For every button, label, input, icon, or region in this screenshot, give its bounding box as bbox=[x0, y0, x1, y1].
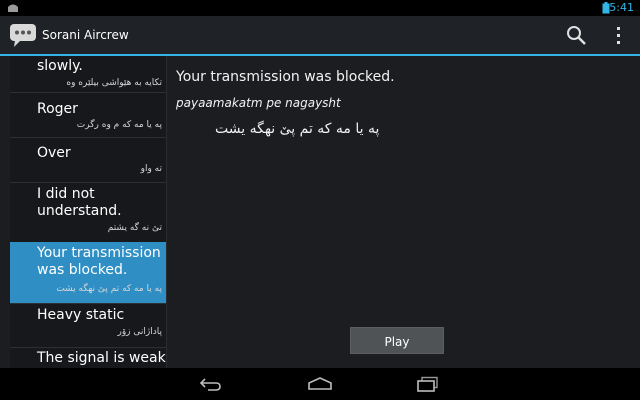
status-time: 5:41 bbox=[609, 1, 634, 14]
list-item[interactable]: slowly. تکایه به هێواشی بیلێره وه bbox=[10, 56, 166, 93]
detail-transliteration: payaamakatm pe nagaysht bbox=[176, 96, 341, 110]
phrase-english: Heavy static bbox=[37, 307, 125, 323]
app-speech-bubble-icon bbox=[10, 24, 36, 47]
phrase-english: I did not understand. bbox=[37, 186, 122, 219]
play-button[interactable]: Play bbox=[350, 327, 444, 354]
search-icon[interactable] bbox=[565, 24, 587, 46]
detail-kurdish: په یا مه که تم پێ نهگه یشت bbox=[215, 121, 380, 137]
phrase-kurdish: تکایه به هێواشی بیلێره وه bbox=[66, 78, 162, 88]
home-icon[interactable] bbox=[306, 376, 334, 392]
navigation-bar bbox=[0, 368, 640, 400]
phrase-english: Roger bbox=[37, 101, 78, 117]
action-bar: Sorani Aircrew bbox=[0, 16, 640, 56]
list-item[interactable]: Over ته واو bbox=[10, 138, 166, 183]
list-item[interactable]: The signal is weak. bbox=[10, 347, 166, 368]
phrase-kurdish: پاداژانی زۆر bbox=[117, 327, 162, 337]
recent-apps-icon[interactable] bbox=[416, 376, 440, 392]
android-notification-icon bbox=[8, 4, 18, 12]
app-title: Sorani Aircrew bbox=[42, 28, 129, 42]
phrase-kurdish: تێ نه گه یشتم bbox=[107, 223, 162, 233]
back-icon[interactable] bbox=[199, 376, 223, 392]
phrase-kurdish: په یا مه که تم پێ نهگه یشت bbox=[56, 284, 162, 294]
status-bar: 5:41 bbox=[0, 0, 640, 16]
detail-english: Your transmission was blocked. bbox=[176, 69, 395, 85]
phrase-english: Your transmission was blocked. bbox=[37, 245, 161, 278]
phrase-list[interactable]: slowly. تکایه به هێواشی بیلێره وه Roger … bbox=[10, 56, 166, 368]
phrase-english: Over bbox=[37, 145, 71, 161]
phrase-english: The signal is weak. bbox=[37, 350, 166, 366]
list-item-selected[interactable]: Your transmission was blocked. په یا مه … bbox=[10, 242, 166, 304]
overflow-menu-icon[interactable] bbox=[610, 24, 628, 46]
phrase-kurdish: په یا مه که م وه رگرت bbox=[76, 120, 162, 130]
phrase-kurdish: ته واو bbox=[140, 164, 162, 174]
list-item[interactable]: I did not understand. تێ نه گه یشتم bbox=[10, 183, 166, 244]
phrase-english: slowly. bbox=[37, 58, 83, 74]
list-item[interactable]: Heavy static پاداژانی زۆر bbox=[10, 303, 166, 348]
phrase-detail: Your transmission was blocked. payaamaka… bbox=[167, 56, 640, 368]
list-item[interactable]: Roger په یا مه که م وه رگرت bbox=[10, 93, 166, 138]
